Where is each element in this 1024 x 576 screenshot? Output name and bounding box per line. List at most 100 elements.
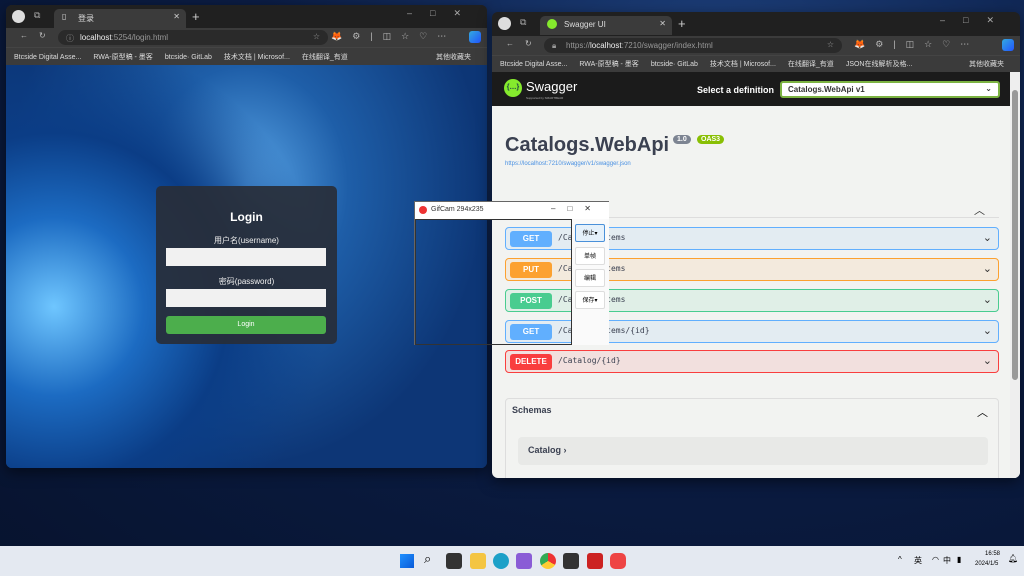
url-host: localhost	[80, 33, 112, 42]
bookmark[interactable]: Btcside Digital Asse...	[500, 61, 567, 68]
new-tab-button[interactable]: +	[192, 9, 200, 24]
bookmark[interactable]: RWA-原型稿 - 墨客	[93, 54, 153, 61]
chevron-down-icon[interactable]: ⌄	[983, 231, 992, 244]
tab-title: 登录	[78, 14, 94, 23]
start-icon[interactable]	[400, 554, 414, 568]
url-input[interactable]: ⓘlocalhost:5254/login.html☆	[58, 30, 328, 45]
profile-icon[interactable]	[12, 10, 25, 23]
search-icon[interactable]: ⌕	[424, 551, 431, 567]
login-panel: Login 用户名(username) 密码(password) Login	[156, 186, 337, 344]
login-button[interactable]: Login	[166, 316, 326, 334]
login-title: Login	[156, 210, 337, 224]
taskbar: ⌕ ^ 英 ◠ 中 ▮ 16:58 2024/1/5 🔔︎	[0, 546, 1024, 576]
bookmark[interactable]: Btcside Digital Asse...	[14, 54, 81, 61]
profile-icon[interactable]	[498, 17, 511, 30]
workspaces-icon[interactable]: ⧉	[34, 10, 40, 21]
language-indicator[interactable]: 英	[914, 555, 922, 566]
bookmark[interactable]: 技术文档 | Microsof...	[710, 61, 776, 68]
favorite-icon[interactable]: ☆	[827, 40, 834, 49]
refresh-icon[interactable]: ↻	[525, 39, 532, 48]
selected-definition: Catalogs.WebApi v1	[788, 85, 865, 94]
stop-button[interactable]: 停止▾	[575, 224, 605, 242]
copilot-icon[interactable]	[1002, 39, 1014, 51]
bookmark[interactable]: RWA-原型稿 - 墨客	[579, 61, 639, 68]
window-controls[interactable]: –□✕	[940, 15, 1012, 26]
oas-badge: OAS3	[697, 135, 724, 144]
bookmark[interactable]: JSON在线解析及格...	[846, 61, 913, 68]
chevron-down-icon: ⌄	[985, 84, 992, 93]
gifcam-taskbar-icon[interactable]	[610, 553, 626, 569]
toolbar-icons[interactable]: 🦊⚙|◫☆♡⋯	[854, 39, 979, 50]
method-badge: DELETE	[510, 354, 552, 370]
edit-button[interactable]: 编辑	[575, 269, 605, 287]
gifcam-icon	[419, 206, 427, 214]
terminal-icon[interactable]	[563, 553, 579, 569]
schema-item[interactable]: Catalog ›	[518, 437, 988, 465]
bookmark[interactable]: 在线翻译_有道	[302, 54, 348, 61]
schemas-title[interactable]: Schemas	[512, 405, 552, 415]
url-input[interactable]: 🔒︎https://localhost:7210/swagger/index.h…	[544, 38, 842, 53]
swagger-logo-text: Swagger	[526, 79, 577, 94]
bookmark[interactable]: 技术文档 | Microsof...	[224, 54, 290, 61]
bookmark[interactable]: btcside· GitLab	[165, 54, 212, 61]
chevron-right-icon: ›	[564, 445, 567, 455]
chevron-down-icon[interactable]: ⌄	[983, 354, 992, 367]
other-favorites[interactable]: 其他收藏夹	[436, 52, 471, 62]
save-button[interactable]: 保存▾	[575, 291, 605, 309]
collapse-schemas-icon[interactable]: ︿	[977, 404, 988, 420]
tray-overflow-icon[interactable]: ^	[898, 555, 902, 564]
operation-row[interactable]: DELETE/Catalog/{id}⌄	[505, 350, 999, 373]
frame-button[interactable]: 单帧	[575, 247, 605, 265]
other-favorites[interactable]: 其他收藏夹	[969, 59, 1004, 69]
chevron-down-icon[interactable]: ⌄	[983, 324, 992, 337]
username-input[interactable]	[166, 248, 326, 266]
address-bar-row: ← ↻ 🔒︎https://localhost:7210/swagger/ind…	[492, 36, 1020, 55]
chevron-down-icon[interactable]: ⌄	[983, 262, 992, 275]
select-definition-label: Select a definition	[697, 85, 774, 95]
bookmarks-bar: Btcside Digital Asse... RWA-原型稿 - 墨客 btcsi…	[6, 47, 487, 65]
scrollbar[interactable]	[1010, 72, 1020, 478]
spec-link[interactable]: https://localhost:7210/swagger/v1/swagge…	[505, 161, 631, 167]
capture-frame[interactable]	[415, 219, 572, 345]
tab-login[interactable]: ▯登录✕	[54, 9, 186, 28]
battery-icon[interactable]: ▮	[957, 555, 961, 564]
ime-indicator[interactable]: 中	[943, 555, 951, 566]
back-icon[interactable]: ←	[20, 31, 28, 40]
version-badge: 1.0	[673, 135, 691, 144]
gifcam-controls: 停止▾ 单帧 编辑 保存▾	[572, 219, 609, 345]
refresh-icon[interactable]: ↻	[39, 31, 46, 40]
notification-bell-icon[interactable]: 🔔︎	[1008, 554, 1018, 563]
chrome-icon[interactable]	[540, 553, 556, 569]
back-icon[interactable]: ←	[506, 39, 514, 48]
clock-date[interactable]: 2024/1/5	[975, 561, 998, 567]
close-tab-icon[interactable]: ✕	[173, 12, 180, 21]
toolbar-icons[interactable]: 🦊⚙|◫☆♡⋯	[331, 31, 456, 42]
workspaces-icon[interactable]: ⧉	[520, 17, 526, 28]
tab-bar: ⧉ Swagger UI✕ + –□✕	[492, 12, 1020, 36]
url-path: :7210/swagger/index.html	[622, 41, 713, 50]
close-tab-icon[interactable]: ✕	[659, 19, 666, 28]
definition-select[interactable]: Catalogs.WebApi v1 ⌄	[780, 81, 1000, 98]
new-tab-button[interactable]: +	[678, 16, 686, 31]
window-controls[interactable]: –□✕	[407, 8, 479, 19]
clock-time[interactable]: 16:58	[985, 551, 1000, 557]
collapse-section-icon[interactable]: ︿	[974, 202, 985, 218]
favorite-icon[interactable]: ☆	[313, 32, 320, 41]
password-input[interactable]	[166, 289, 326, 307]
bookmark[interactable]: 在线翻译_有道	[788, 61, 834, 68]
edge-icon[interactable]	[493, 553, 509, 569]
wifi-icon[interactable]: ◠	[932, 555, 939, 564]
tab-swagger[interactable]: Swagger UI✕	[540, 16, 672, 35]
chevron-down-icon[interactable]: ⌄	[983, 293, 992, 306]
swagger-favicon	[547, 19, 557, 29]
bookmarks-bar: Btcside Digital Asse... RWA-原型稿 - 墨客 btcsi…	[492, 55, 1020, 72]
copilot-icon[interactable]	[469, 31, 481, 43]
task-view-icon[interactable]	[446, 553, 462, 569]
url-scheme: https://	[566, 41, 590, 50]
visual-studio-icon[interactable]	[516, 553, 532, 569]
window-controls[interactable]: –□✕	[551, 204, 603, 213]
file-explorer-icon[interactable]	[470, 553, 486, 569]
bookmark[interactable]: btcside· GitLab	[651, 61, 698, 68]
app-red-icon[interactable]	[587, 553, 603, 569]
swagger-logo-sub: Supported by SMARTBEAR	[526, 96, 563, 100]
